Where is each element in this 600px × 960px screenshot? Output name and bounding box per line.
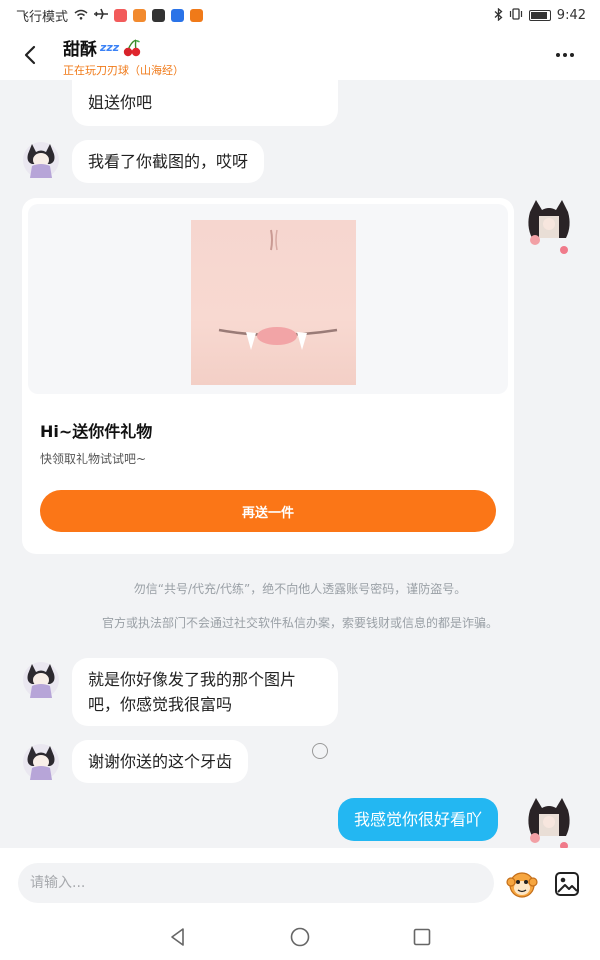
message-text: 姐送你吧 xyxy=(88,93,153,112)
app-notification-icon xyxy=(133,8,147,22)
gift-card[interactable]: Hi~送你件礼物 快领取礼物试试吧~ 再送一件 xyxy=(22,198,514,554)
more-button[interactable] xyxy=(550,44,580,66)
airplane-icon xyxy=(94,8,109,22)
system-navigation-bar xyxy=(0,912,600,960)
vibrate-icon xyxy=(509,8,523,22)
message-text: 谢谢你送的这个牙齿 xyxy=(88,752,233,771)
contact-avatar[interactable] xyxy=(22,660,60,700)
chat-header: 甜酥 zzz 正在玩刀刃球（山海经） xyxy=(0,30,600,80)
sending-indicator xyxy=(312,743,328,759)
message-bubble[interactable]: 姐送你吧 xyxy=(72,80,338,126)
chat-messages[interactable]: 姐送你吧 我看了你截图的，哎呀 Hi~送你件礼物 快领取礼物试试吧~ 再送一件 … xyxy=(0,80,600,848)
message-bubble[interactable]: 谢谢你送的这个牙齿 xyxy=(72,740,249,783)
safety-notice: 勿信“共号/代充/代练”，绝不向他人透露账号密码，谨防盗号。 xyxy=(133,582,467,596)
status-time: 9:42 xyxy=(556,7,586,23)
sleep-badge: zzz xyxy=(100,41,120,54)
bluetooth-icon xyxy=(494,7,503,23)
app-notification-icon xyxy=(152,8,166,22)
contact-info[interactable]: 甜酥 zzz 正在玩刀刃球（山海经） xyxy=(63,35,184,78)
gift-image-area xyxy=(28,204,508,394)
image-icon[interactable] xyxy=(553,870,581,898)
message-text: 就是你好像发了我的那个图片吧，你感觉我很富吗 xyxy=(88,670,297,714)
square-recent-icon[interactable] xyxy=(411,926,433,948)
app-notification-icon xyxy=(114,8,128,22)
input-bar xyxy=(0,848,600,912)
contact-avatar[interactable] xyxy=(22,140,60,180)
gift-image xyxy=(191,220,356,385)
status-bar: 飞行模式 9:42 xyxy=(0,0,600,30)
message-text: 我感觉你很好看吖 xyxy=(354,810,483,829)
triangle-back-icon[interactable] xyxy=(167,926,189,948)
wifi-icon xyxy=(74,9,88,22)
battery-icon xyxy=(528,9,551,21)
app-notification-icon xyxy=(171,8,185,22)
contact-status: 正在玩刀刃球（山海经） xyxy=(63,64,184,77)
send-another-gift-button[interactable]: 再送一件 xyxy=(40,490,496,532)
cherry-icon xyxy=(124,38,141,56)
message-bubble[interactable]: 我看了你截图的，哎呀 xyxy=(72,140,265,183)
airplane-mode-label: 飞行模式 xyxy=(16,9,69,25)
gift-title: Hi~送你件礼物 xyxy=(40,422,153,441)
monkey-face-icon[interactable] xyxy=(506,868,538,900)
contact-avatar[interactable] xyxy=(22,742,60,782)
gift-subtitle: 快领取礼物试试吧~ xyxy=(40,452,147,466)
user-avatar[interactable] xyxy=(526,796,572,848)
message-text: 我看了你截图的，哎呀 xyxy=(88,152,249,171)
self-message-bubble[interactable]: 我感觉你很好看吖 xyxy=(338,798,499,841)
more-dots-icon xyxy=(556,53,560,57)
message-input[interactable] xyxy=(18,863,494,903)
app-notification-icon xyxy=(190,8,204,22)
user-avatar[interactable] xyxy=(526,198,572,256)
circle-home-icon[interactable] xyxy=(289,926,311,948)
chevron-left-icon xyxy=(24,45,36,65)
message-bubble[interactable]: 就是你好像发了我的那个图片吧，你感觉我很富吗 xyxy=(72,658,338,726)
back-button[interactable] xyxy=(14,38,48,72)
fraud-notice: 官方或执法部门不会通过社交软件私信办案，索要钱财或信息的都是诈骗。 xyxy=(101,616,498,630)
contact-name: 甜酥 xyxy=(63,40,97,60)
